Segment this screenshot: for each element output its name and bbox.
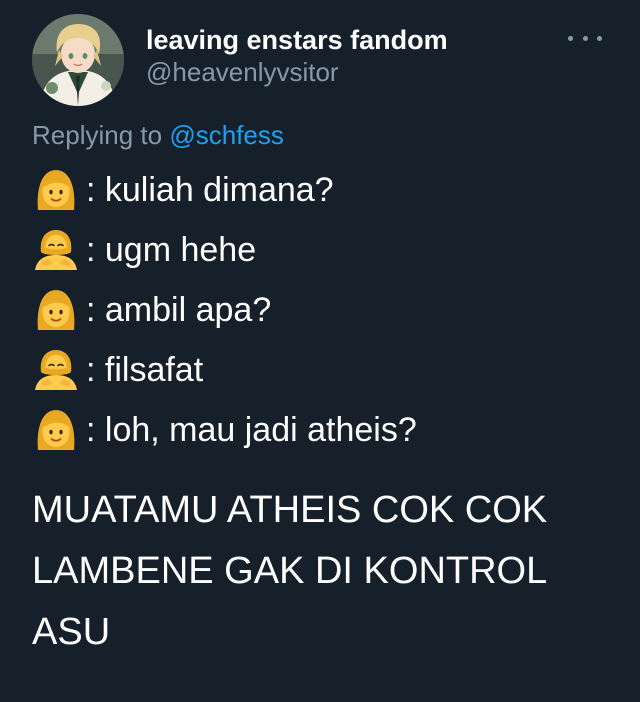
- line-text: : ambil apa?: [86, 290, 272, 329]
- conversation-line: : ambil apa?: [32, 280, 417, 340]
- conversation-lines: : kuliah dimana? : ugm hehe : ambil apa?…: [32, 160, 417, 460]
- conversation-line: : filsafat: [32, 340, 417, 400]
- tweet-closing-text: MUATAMU ATHEIS COK COK LAMBENE GAK DI KO…: [32, 480, 612, 663]
- author-names: leaving enstars fandom @heavenlyvsitor: [146, 23, 448, 87]
- woman-emoji-icon: [32, 166, 80, 214]
- replying-to: Replying to @schfess: [32, 118, 284, 152]
- person-bowing-emoji-icon: [32, 346, 80, 394]
- conversation-line: : kuliah dimana?: [32, 160, 417, 220]
- line-text: : loh, mau jadi atheis?: [86, 410, 417, 449]
- woman-emoji-icon: [32, 286, 80, 334]
- conversation-line: : ugm hehe: [32, 220, 417, 280]
- more-horizontal-icon[interactable]: [568, 30, 602, 46]
- replying-mention-link[interactable]: @schfess: [169, 120, 284, 150]
- line-text: : ugm hehe: [86, 230, 257, 269]
- closing-line: ASU: [32, 611, 111, 653]
- conversation-line: : loh, mau jadi atheis?: [32, 400, 417, 460]
- user-handle[interactable]: @heavenlyvsitor: [146, 57, 448, 87]
- avatar[interactable]: [32, 14, 124, 106]
- display-name[interactable]: leaving enstars fandom: [146, 23, 448, 57]
- tweet-header: leaving enstars fandom @heavenlyvsitor: [32, 14, 616, 106]
- person-bowing-emoji-icon: [32, 226, 80, 274]
- line-text: : kuliah dimana?: [86, 170, 334, 209]
- line-text: : filsafat: [86, 350, 204, 389]
- closing-line: MUATAMU ATHEIS COK COK: [32, 489, 548, 531]
- closing-line: LAMBENE GAK DI KONTROL: [32, 550, 548, 592]
- woman-emoji-icon: [32, 406, 80, 454]
- replying-prefix: Replying to: [32, 120, 170, 150]
